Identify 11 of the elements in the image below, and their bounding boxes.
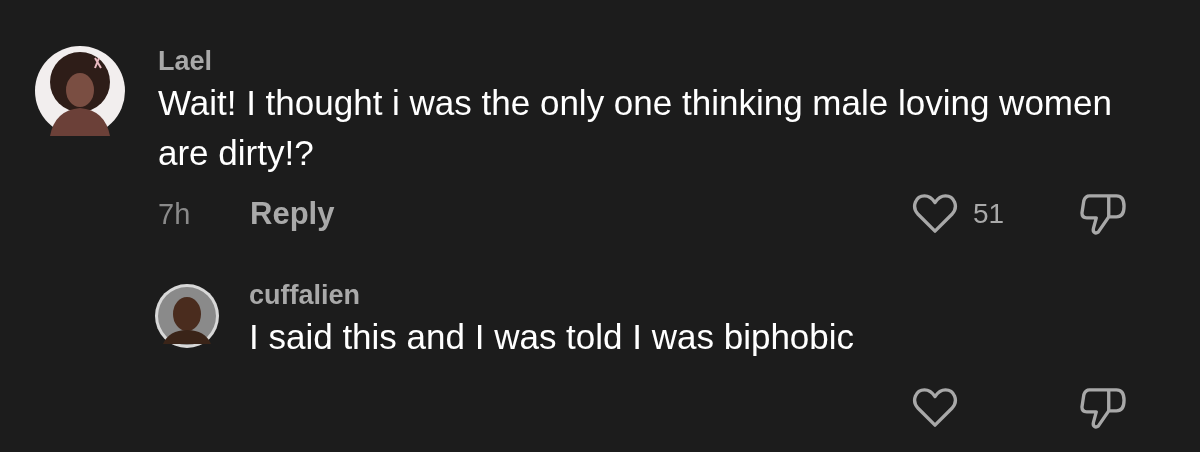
comment-text: Wait! I thought i was the only one thinking male loving women are dirty!? bbox=[158, 82, 1113, 174]
comment-text: I said this and I was told I was biphobic bbox=[249, 316, 856, 358]
heart-icon[interactable] bbox=[912, 387, 958, 429]
like-count: 51 bbox=[973, 198, 1006, 230]
username[interactable]: cuffalien bbox=[249, 278, 1168, 312]
timestamp: 7h bbox=[158, 197, 192, 231]
thumbs-down-icon[interactable] bbox=[1080, 386, 1126, 430]
heart-icon[interactable] bbox=[912, 193, 958, 235]
username[interactable]: Lael bbox=[158, 44, 1168, 78]
thumbs-down-icon[interactable] bbox=[1080, 192, 1126, 236]
reply-button[interactable]: Reply bbox=[250, 196, 335, 232]
